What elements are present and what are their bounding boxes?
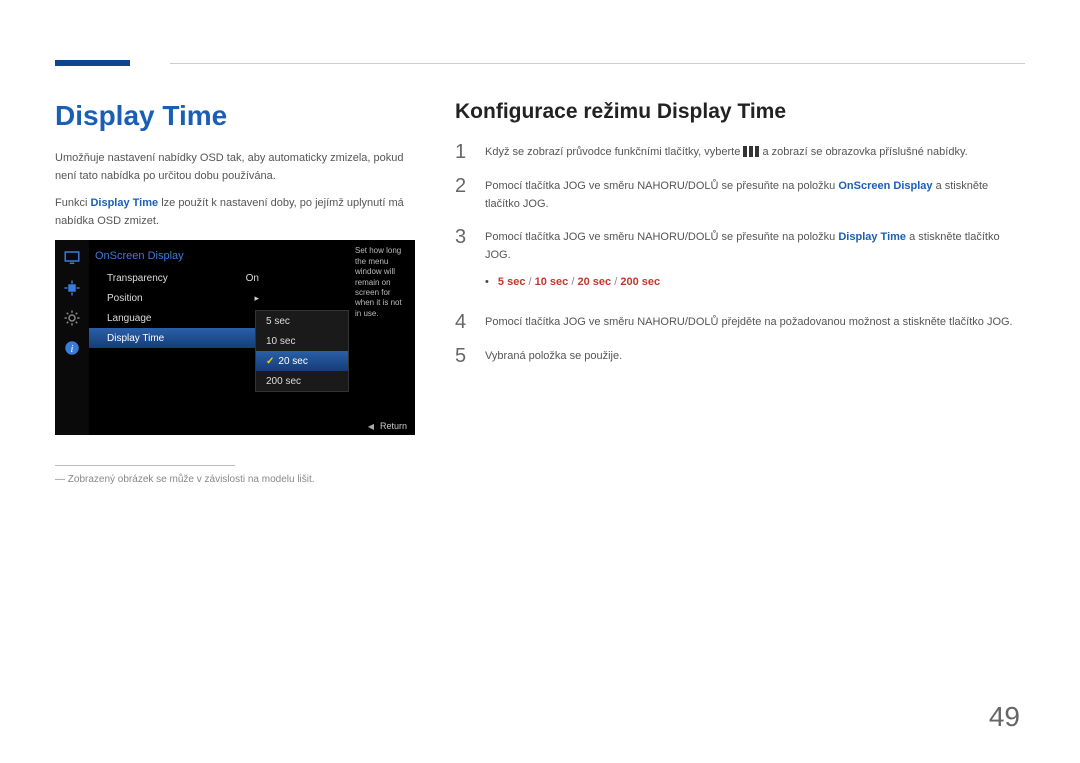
step-number: 1 xyxy=(455,142,471,162)
osd-row-label: Display Time xyxy=(107,333,164,344)
step-4: 4 Pomocí tlačítka JOG ve směru NAHORU/DO… xyxy=(455,312,1025,332)
intro-paragraph-1: Umožňuje nastavení nabídky OSD tak, aby … xyxy=(55,150,415,185)
osd-main-panel: OnScreen Display Transparency On Positio… xyxy=(89,246,269,348)
osd-row-label: Language xyxy=(107,313,152,324)
bullet-icon: • xyxy=(485,276,489,288)
p2-pre: Funkci xyxy=(55,197,90,209)
step-number: 5 xyxy=(455,346,471,366)
header-rule xyxy=(170,63,1025,64)
opt-20sec: 20 sec xyxy=(577,276,611,288)
osd-sub-5sec: 5 sec xyxy=(256,311,348,331)
page-title: Display Time xyxy=(55,100,415,132)
info-icon: i xyxy=(59,336,85,360)
step-2: 2 Pomocí tlačítka JOG ve směru NAHORU/DO… xyxy=(455,176,1025,213)
p2-strong: Display Time xyxy=(90,197,158,209)
osd-row-position: Position ▸ xyxy=(89,288,269,308)
osd-sub-200sec: 200 sec xyxy=(256,371,348,391)
step-number: 2 xyxy=(455,176,471,196)
s2-strong: OnScreen Display xyxy=(838,180,932,192)
chevron-right-icon: ▸ xyxy=(254,293,259,304)
options-list: • 5 sec / 10 sec / 20 sec / 200 sec xyxy=(485,274,1025,292)
osd-sub-label: 20 sec xyxy=(278,356,307,367)
left-column: Display Time Umožňuje nastavení nabídky … xyxy=(55,100,415,485)
right-column: Konfigurace režimu Display Time 1 Když s… xyxy=(455,100,1025,485)
osd-sub-10sec: 10 sec xyxy=(256,331,348,351)
osd-sub-label: 5 sec xyxy=(266,316,290,327)
osd-sidebar: i xyxy=(55,240,89,435)
opt-5sec: 5 sec xyxy=(498,276,526,288)
opt-200sec: 200 sec xyxy=(620,276,660,288)
osd-row-label: Position xyxy=(107,293,143,304)
menu-grid-icon xyxy=(743,146,759,157)
osd-sub-20sec: ✓ 20 sec xyxy=(256,351,348,371)
osd-row-label: Transparency xyxy=(107,273,168,284)
step-body: Pomocí tlačítka JOG ve směru NAHORU/DOLŮ… xyxy=(485,176,1025,213)
footnote-rule xyxy=(55,465,235,466)
osd-screenshot: i OnScreen Display Transparency On Posit… xyxy=(55,240,415,435)
step-body: Pomocí tlačítka JOG ve směru NAHORU/DOLŮ… xyxy=(485,312,1013,332)
osd-row-transparency: Transparency On xyxy=(89,268,269,288)
page-number: 49 xyxy=(989,701,1020,733)
crosshair-icon xyxy=(59,276,85,300)
s2-pre: Pomocí tlačítka JOG ve směru NAHORU/DOLŮ… xyxy=(485,180,838,192)
header-accent-bar xyxy=(55,60,130,66)
osd-return: ◀ Return xyxy=(368,421,407,431)
osd-row-language: Language xyxy=(89,308,269,328)
osd-sub-label: 200 sec xyxy=(266,376,301,387)
step-body: Pomocí tlačítka JOG ve směru NAHORU/DOLŮ… xyxy=(485,227,1025,298)
s3-strong: Display Time xyxy=(838,231,906,243)
step-5: 5 Vybraná položka se použije. xyxy=(455,346,1025,366)
osd-sub-label: 10 sec xyxy=(266,336,295,347)
osd-row-value: On xyxy=(246,273,259,284)
svg-text:i: i xyxy=(71,344,74,355)
intro-paragraph-2: Funkci Display Time lze použít k nastave… xyxy=(55,195,415,230)
step-body: Vybraná položka se použije. xyxy=(485,346,622,366)
osd-row-display-time: Display Time xyxy=(89,328,269,348)
footnote: ― Zobrazený obrázek se může v závislosti… xyxy=(55,474,415,485)
osd-description: Set how long the menu window will remain… xyxy=(355,246,410,319)
monitor-icon xyxy=(59,246,85,270)
osd-submenu: 5 sec 10 sec ✓ 20 sec 200 sec xyxy=(255,310,349,392)
osd-return-label: Return xyxy=(380,421,407,431)
gear-icon xyxy=(59,306,85,330)
step-body: Když se zobrazí průvodce funkčními tlačí… xyxy=(485,142,968,162)
triangle-left-icon: ◀ xyxy=(368,422,374,431)
step-number: 4 xyxy=(455,312,471,332)
opt-10sec: 10 sec xyxy=(535,276,569,288)
step-3: 3 Pomocí tlačítka JOG ve směru NAHORU/DO… xyxy=(455,227,1025,298)
check-icon: ✓ xyxy=(266,356,274,367)
step-number: 3 xyxy=(455,227,471,247)
s1-post: a zobrazí se obrazovka příslušné nabídky… xyxy=(759,146,967,158)
s1-pre: Když se zobrazí průvodce funkčními tlačí… xyxy=(485,146,743,158)
osd-header: OnScreen Display xyxy=(89,246,269,268)
s3-pre: Pomocí tlačítka JOG ve směru NAHORU/DOLŮ… xyxy=(485,231,838,243)
step-1: 1 Když se zobrazí průvodce funkčními tla… xyxy=(455,142,1025,162)
section-subtitle: Konfigurace režimu Display Time xyxy=(455,100,1025,124)
